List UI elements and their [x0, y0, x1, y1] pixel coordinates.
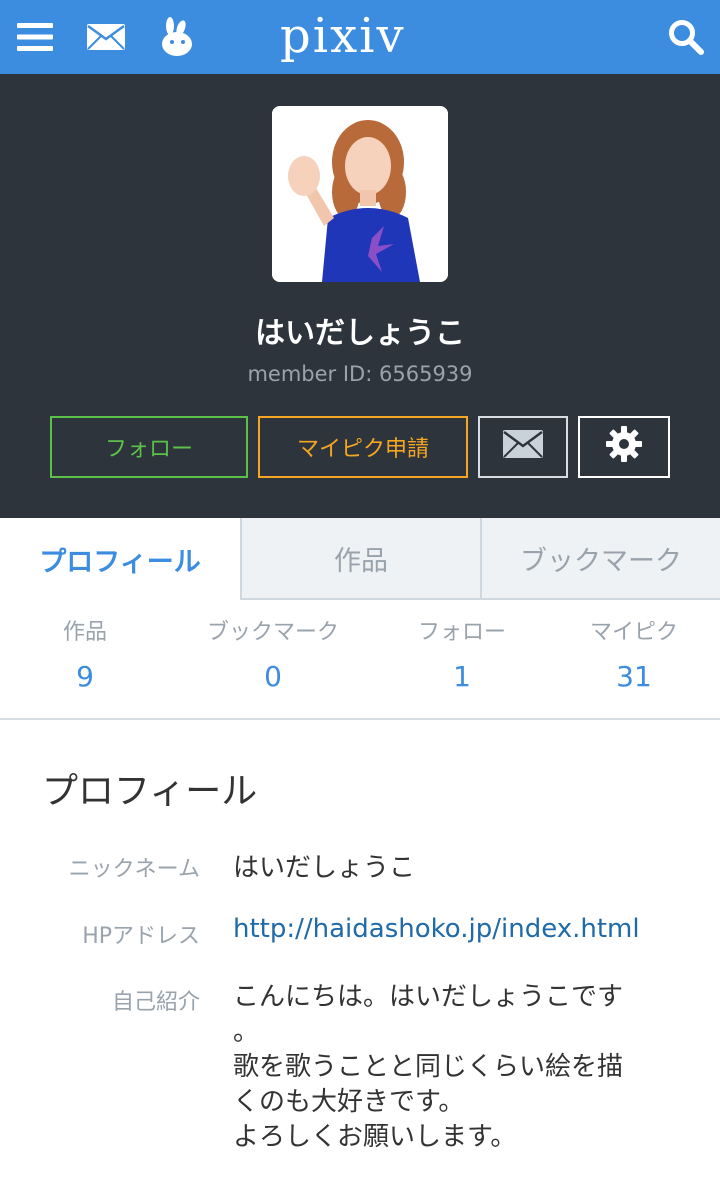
intro-text: こんにちは。はいだしょうこです 。 歌を歌うことと同じくらい絵を描 くのも大好き… — [233, 982, 624, 1152]
pixiv-logo[interactable]: pixiv — [280, 6, 406, 66]
rabbit-icon[interactable] — [154, 0, 198, 74]
top-navigation-bar: pixiv — [0, 0, 720, 74]
user-avatar[interactable] — [272, 106, 448, 282]
settings-button[interactable] — [578, 416, 670, 478]
nickname-value: はいだしょうこ — [233, 853, 416, 883]
homepage-label: HPアドレス — [82, 924, 200, 949]
stat-value: 1 — [453, 660, 471, 693]
follow-button[interactable]: フォロー — [50, 416, 248, 478]
stat-following[interactable]: フォロー 1 — [402, 614, 522, 693]
member-id-label: member ID: — [247, 362, 373, 386]
user-name: はいだしょうこ — [255, 316, 465, 351]
intro-label: 自己紹介 — [111, 990, 200, 1015]
stat-value: 9 — [76, 660, 94, 693]
tab-bookmarks[interactable]: ブックマーク — [480, 518, 720, 600]
stat-value: 31 — [616, 660, 652, 693]
mail-icon[interactable] — [86, 0, 126, 74]
stat-value: 0 — [264, 660, 282, 693]
profile-header: はいだしょうこ member ID: 6565939 フォロー マイピク申請 — [0, 74, 720, 518]
search-icon[interactable] — [664, 0, 708, 74]
send-message-button[interactable] — [478, 416, 568, 478]
profile-tabs: プロフィール 作品 ブックマーク — [0, 518, 720, 600]
stats-bar: 作品 9 ブックマーク 0 フォロー 1 マイピク 31 — [0, 600, 720, 720]
stat-label: 作品 — [62, 620, 107, 645]
section-title: プロフィール — [42, 771, 258, 812]
mypick-request-button[interactable]: マイピク申請 — [258, 416, 468, 478]
stat-label: フォロー — [417, 620, 506, 645]
member-id-value: 6565939 — [379, 362, 473, 386]
stat-bookmarks[interactable]: ブックマーク 0 — [193, 614, 353, 693]
envelope-icon — [503, 430, 543, 464]
stat-label: マイピク — [589, 620, 678, 645]
gear-icon — [605, 425, 643, 469]
hamburger-menu-icon[interactable] — [14, 0, 56, 74]
stat-mypick[interactable]: マイピク 31 — [574, 614, 694, 693]
stat-works[interactable]: 作品 9 — [35, 614, 135, 693]
nickname-label: ニックネーム — [68, 857, 200, 882]
tab-works[interactable]: 作品 — [240, 518, 480, 600]
tab-profile[interactable]: プロフィール — [0, 518, 240, 600]
member-id: member ID: 6565939 — [0, 362, 720, 386]
homepage-link[interactable]: http://haidashoko.jp/index.html — [233, 914, 640, 944]
stat-label: ブックマーク — [206, 620, 339, 645]
